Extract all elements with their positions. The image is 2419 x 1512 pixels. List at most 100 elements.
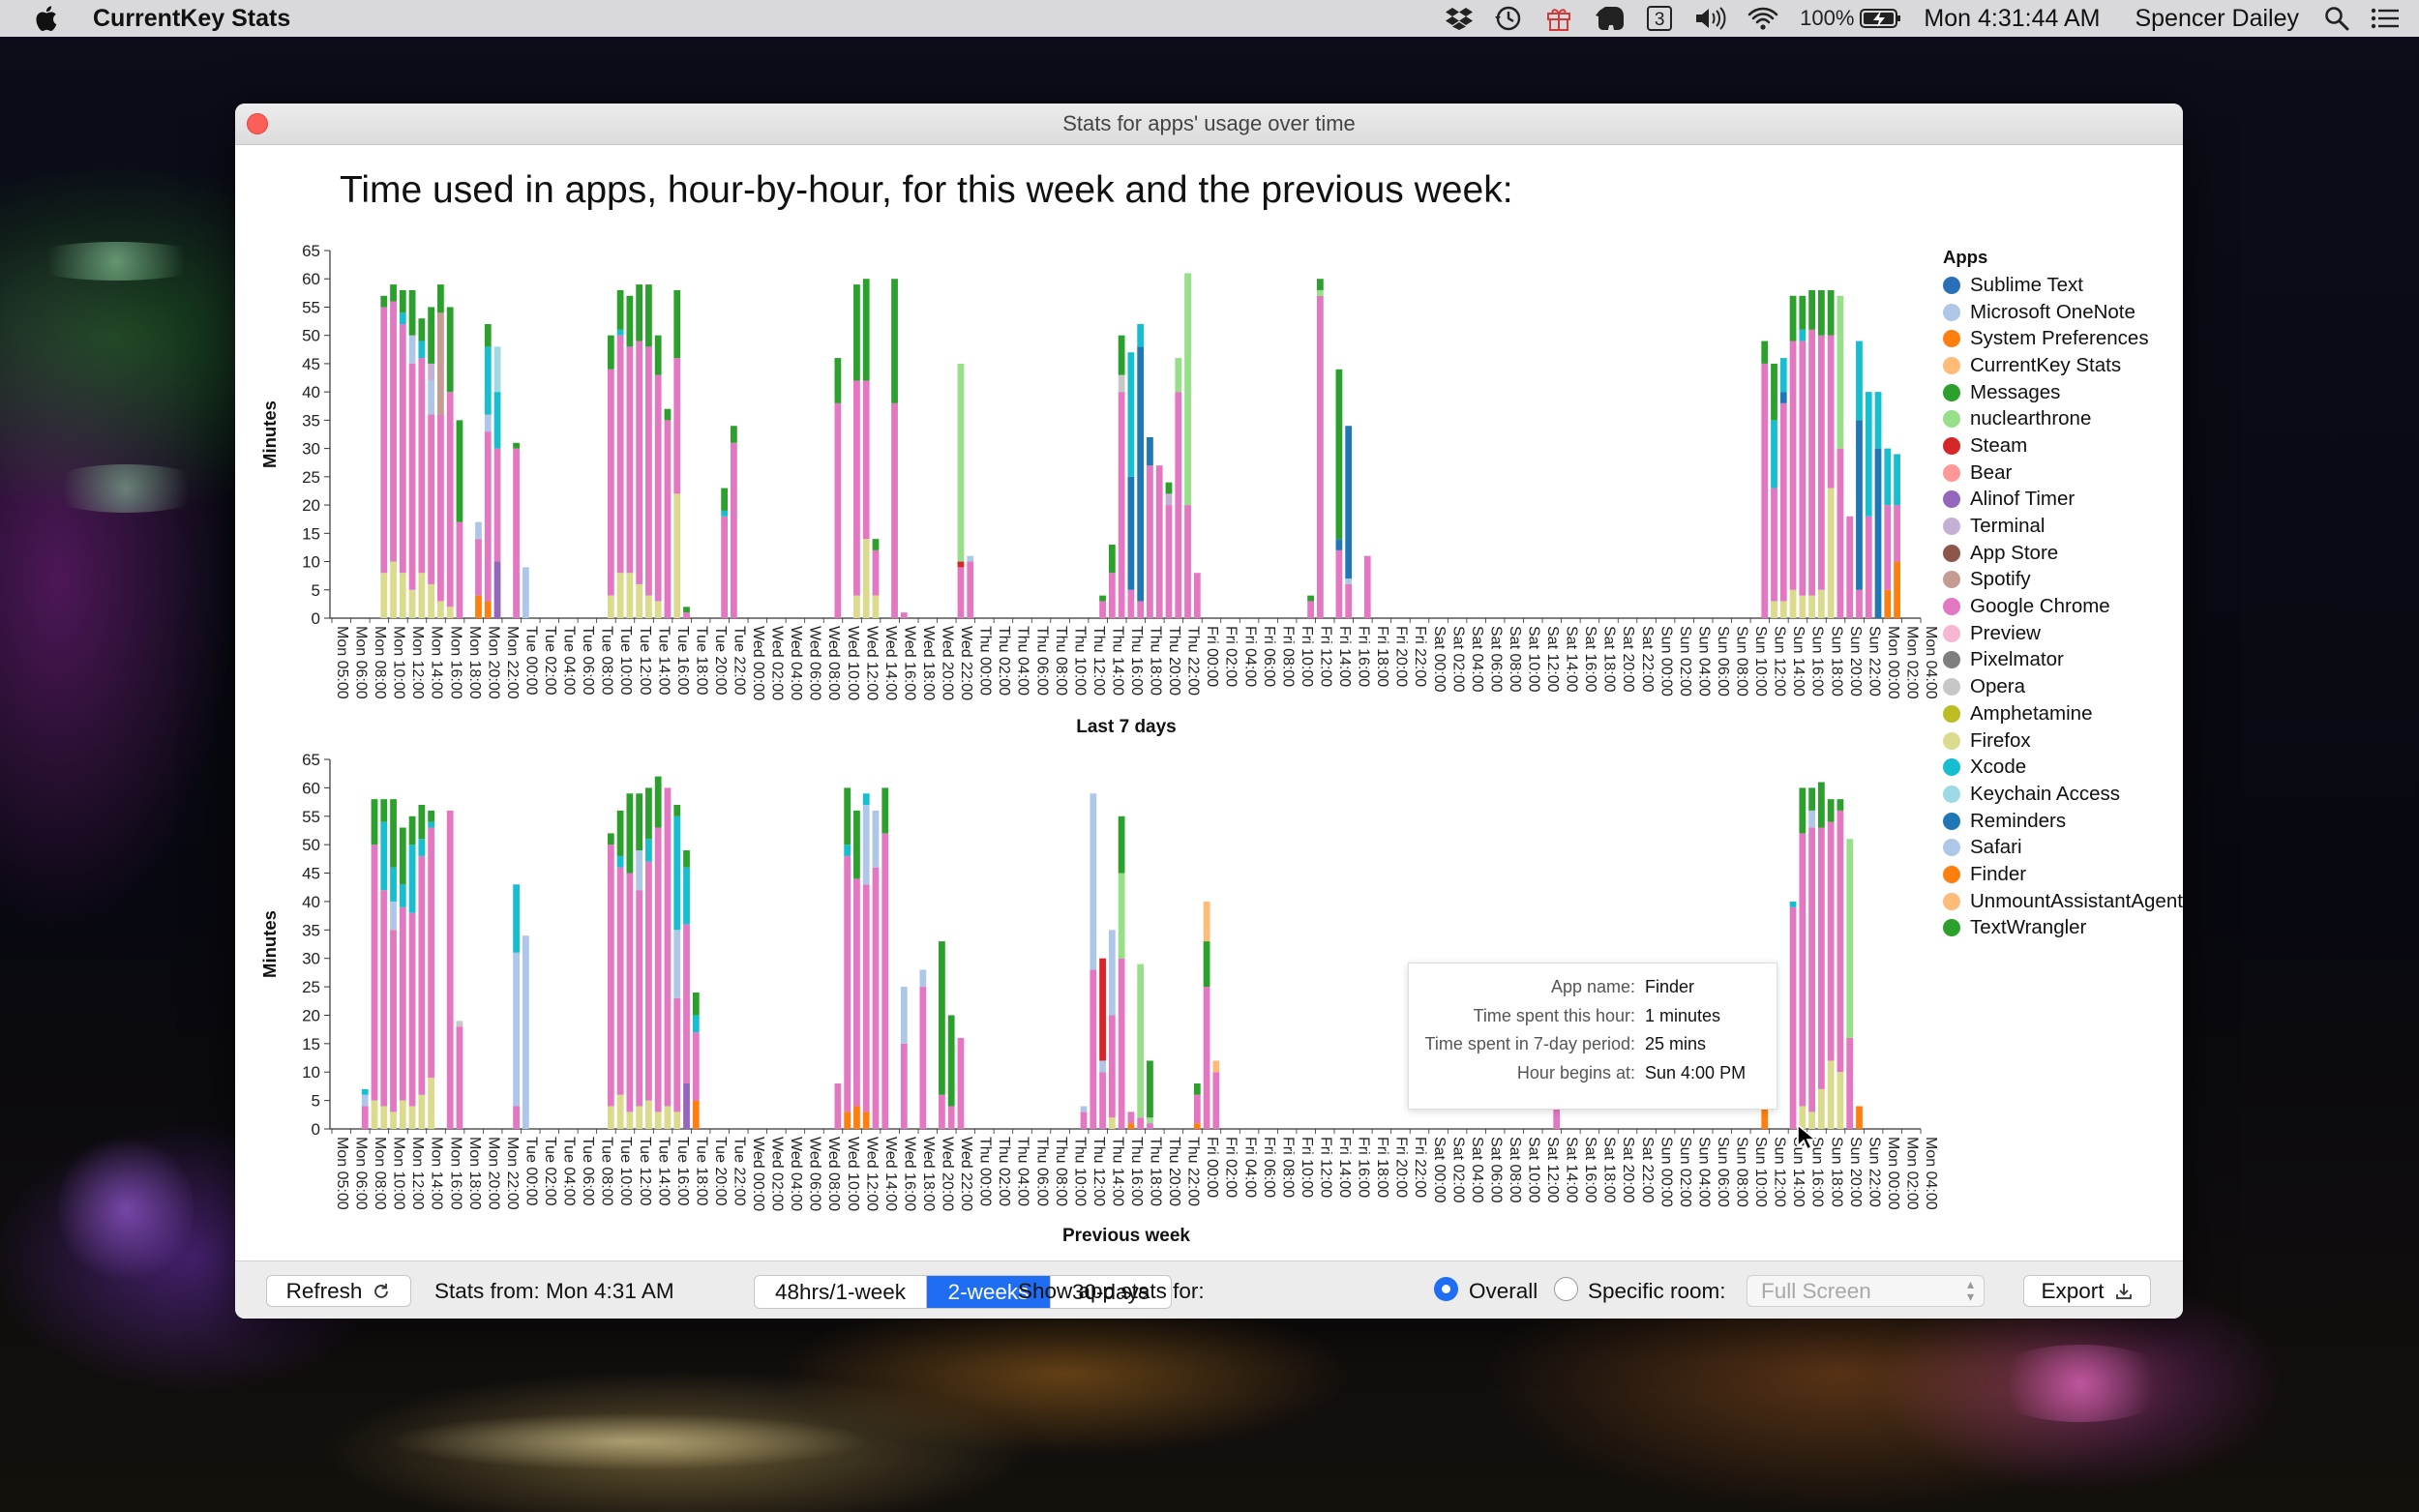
bar-segment <box>399 289 406 313</box>
bar-segment <box>664 1106 672 1129</box>
bar-segment <box>1193 1082 1201 1095</box>
bar-segment <box>493 346 501 393</box>
legend-label: UnmountAssistantAgent <box>1970 889 2183 912</box>
bar-segment <box>522 567 529 618</box>
bar-segment <box>1099 958 1106 1061</box>
x-tick-label: Sun 12:00 <box>1772 1137 1788 1207</box>
dropbox-icon[interactable] <box>1446 4 1474 33</box>
bar-segment <box>1203 901 1210 942</box>
spotlight-search-icon[interactable] <box>2324 4 2349 33</box>
notification-center-icon[interactable] <box>2371 4 2400 33</box>
gift-icon[interactable] <box>1544 4 1573 33</box>
bar-segment <box>437 284 444 313</box>
x-tick-label: Sun 12:00 <box>1772 626 1788 697</box>
x-tick-label: Thu 14:00 <box>1109 1137 1125 1206</box>
bar-segment <box>636 341 643 584</box>
bar-segment <box>1335 539 1343 550</box>
bar-segment <box>484 324 492 347</box>
y-tick-label: 30 <box>302 950 320 968</box>
bar-segment <box>1827 799 1835 822</box>
wifi-icon[interactable] <box>1747 4 1778 33</box>
bar-segment <box>853 380 860 596</box>
overall-radio[interactable] <box>1434 1277 1458 1301</box>
bar-segment <box>1808 289 1815 330</box>
bar-segment <box>1137 964 1145 1118</box>
x-tick-label: Sat 12:00 <box>1544 1137 1561 1203</box>
legend-item: Finder <box>1943 861 2183 888</box>
y-tick-label: 25 <box>302 468 320 487</box>
specific-room-radio[interactable] <box>1554 1277 1578 1301</box>
bar-segment <box>1090 793 1097 970</box>
x-tick-label: Fri 10:00 <box>1299 626 1315 687</box>
range-48hrs-segment[interactable]: 48hrs/1-week <box>755 1276 927 1308</box>
battery-charging-icon[interactable] <box>1860 4 1902 33</box>
bar-segment <box>1827 335 1835 489</box>
tooltip-value: 1 minutes <box>1645 1005 1721 1025</box>
apple-menu-icon[interactable] <box>33 4 58 33</box>
bar-segment <box>418 805 426 840</box>
export-button[interactable]: Export <box>2023 1275 2151 1307</box>
bar-segment <box>361 1088 369 1095</box>
x-tick-label: Thu 06:00 <box>1033 1137 1050 1206</box>
bar-segment <box>390 284 397 302</box>
x-tick-label: Sat 00:00 <box>1431 626 1448 693</box>
bar-segment <box>626 295 634 347</box>
bar-segment <box>1761 363 1769 618</box>
bar-segment <box>616 855 624 868</box>
legend-swatch <box>1943 678 1960 697</box>
bar-segment <box>428 380 435 415</box>
room-select[interactable]: Full Screen ▴ ▾ <box>1747 1275 1985 1307</box>
bar-segment <box>475 539 482 596</box>
battery-percent[interactable]: 100% <box>1800 4 1854 33</box>
bar-segment <box>834 1082 842 1129</box>
bar-segment <box>1837 810 1844 1073</box>
menu-app-name[interactable]: CurrentKey Stats <box>93 5 290 33</box>
x-tick-label: Wed 22:00 <box>958 1137 974 1211</box>
volume-icon[interactable] <box>1693 4 1726 33</box>
x-tick-label: Sat 06:00 <box>1487 1137 1504 1203</box>
legend-item: TextWrangler <box>1943 915 2183 942</box>
bar-segment <box>939 1094 945 1129</box>
bar-segment <box>683 867 690 925</box>
legend-item: Firefox <box>1943 727 2183 755</box>
bar-segment <box>1118 815 1125 874</box>
evernote-elephant-icon[interactable] <box>1595 4 1626 33</box>
bar-segment <box>1193 1094 1201 1124</box>
x-tick-label: Thu 04:00 <box>1015 626 1031 696</box>
bar-segment <box>380 821 388 891</box>
bar-segment <box>891 279 898 403</box>
x-tick-label: Mon 10:00 <box>391 1137 407 1210</box>
bar-segment <box>475 595 482 602</box>
legend-label: Google Chrome <box>1970 595 2110 618</box>
time-machine-icon[interactable] <box>1494 4 1523 33</box>
legend-swatch <box>1943 758 1960 777</box>
specific-room-label[interactable]: Specific room: <box>1588 1279 1726 1304</box>
legend-item: CurrentKey Stats <box>1943 352 2183 379</box>
legend-swatch <box>1943 704 1960 723</box>
bar-segment <box>1137 324 1145 347</box>
bar-segment <box>380 307 388 574</box>
y-tick-label: 65 <box>302 242 320 260</box>
x-tick-label: Thu 08:00 <box>1053 626 1069 696</box>
bar-segment <box>1203 941 1210 988</box>
bar-segment <box>1335 549 1343 618</box>
y-tick-label: 5 <box>312 1092 320 1111</box>
menu-user-name[interactable]: Spencer Dailey <box>2135 5 2299 33</box>
bar-segment <box>616 1094 624 1129</box>
bar-segment <box>692 1015 700 1033</box>
bar-segment <box>493 448 501 562</box>
x-tick-label: Sat 18:00 <box>1601 1137 1618 1203</box>
spaces-badge-icon[interactable]: 3 <box>1647 4 1673 33</box>
x-tick-label: Tue 16:00 <box>674 1137 691 1206</box>
bar-segment <box>522 935 529 1129</box>
legend-swatch <box>1943 463 1960 482</box>
bar-segment <box>844 845 851 856</box>
menu-clock[interactable]: Mon 4:31:44 AM <box>1924 5 2100 33</box>
refresh-button[interactable]: Refresh <box>266 1275 411 1307</box>
bar-segment <box>390 799 397 868</box>
bar-segment <box>1193 1123 1201 1129</box>
x-tick-label: Tue 10:00 <box>617 626 634 696</box>
x-tick-label: Sun 00:00 <box>1657 626 1674 697</box>
x-tick-label: Fri 06:00 <box>1261 626 1277 687</box>
overall-label[interactable]: Overall <box>1469 1279 1538 1304</box>
